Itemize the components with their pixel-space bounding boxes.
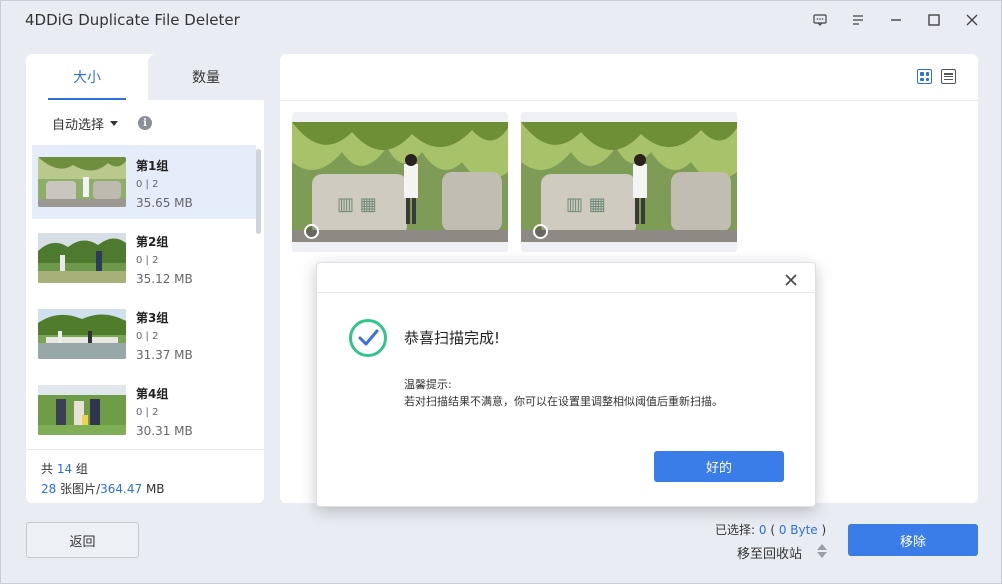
svg-text:▥ ▦: ▥ ▦ xyxy=(566,194,606,215)
group-name: 第2组 xyxy=(136,235,169,249)
group-thumbnail xyxy=(38,385,126,435)
app-title: 4DDiG Duplicate File Deleter xyxy=(25,11,240,29)
back-button[interactable]: 返回 xyxy=(26,522,139,558)
size-unit: MB xyxy=(142,482,165,496)
success-check-icon xyxy=(348,318,388,358)
group-size: 30.31 MB xyxy=(136,424,193,438)
remove-button[interactable]: 移除 xyxy=(848,524,978,556)
photo-card-1[interactable]: ▥ ▦ xyxy=(292,112,508,252)
group-name: 第4组 xyxy=(136,387,169,401)
selected-info: 已选择: 0 ( 0 Byte ) xyxy=(715,523,827,537)
photos-value: 28 xyxy=(41,482,57,496)
photos-label: 张图片/ xyxy=(56,482,101,496)
group-thumbnail xyxy=(38,309,126,359)
feedback-icon[interactable] xyxy=(801,9,839,31)
divider xyxy=(280,100,978,101)
maximize-icon[interactable] xyxy=(915,9,953,31)
auto-select-label: 自动选择 xyxy=(52,118,105,133)
selected-size: 0 Byte xyxy=(778,523,818,537)
photo-card-2[interactable]: ▥ ▦ xyxy=(521,112,737,252)
group-thumbnail xyxy=(38,233,126,283)
group-thumbnail xyxy=(38,157,126,207)
total-photos-text: 28 张图片/364.47 MB xyxy=(41,480,165,497)
group-count: 0 | 2 xyxy=(136,407,159,418)
total-suffix: 组 xyxy=(72,462,88,476)
dialog-divider xyxy=(317,292,817,293)
app-window: 4DDiG Duplicate File Deleter 大小 数量 自动选择 … xyxy=(0,0,1002,584)
summary-footer: 共 14 组 28 张图片/364.47 MB xyxy=(26,449,264,503)
select-radio[interactable] xyxy=(304,224,319,239)
minimize-icon[interactable] xyxy=(877,9,915,31)
dialog-tip-title: 温馨提示: xyxy=(404,378,452,391)
total-groups-text: 共 14 组 xyxy=(41,460,88,477)
total-groups-value: 14 xyxy=(56,462,73,476)
recycle-bin-option[interactable]: 移至回收站 xyxy=(737,543,802,562)
group-list-panel: 大小 数量 自动选择 i 第1组 0 | 2 35.65 MB 第2组 0 | … xyxy=(26,54,264,503)
group-count: 0 | 2 xyxy=(136,331,159,342)
photo-thumbnail: ▥ ▦ xyxy=(521,122,737,242)
scan-complete-dialog: 恭喜扫描完成! 温馨提示: 若对扫描结果不满意，你可以在设置里调整相似阈值后重新… xyxy=(316,262,817,507)
menu-icon[interactable] xyxy=(839,9,877,31)
list-item-group-4[interactable]: 第4组 0 | 2 30.31 MB xyxy=(32,373,256,447)
total-prefix: 共 xyxy=(41,462,57,476)
dialog-title: 恭喜扫描完成! xyxy=(404,329,501,347)
selected-count: 0 xyxy=(758,523,767,537)
group-size: 35.12 MB xyxy=(136,272,193,286)
list-view-icon[interactable] xyxy=(941,69,956,84)
title-bar: 4DDiG Duplicate File Deleter xyxy=(1,1,1001,39)
auto-select-dropdown[interactable]: 自动选择 xyxy=(52,114,119,133)
info-icon[interactable]: i xyxy=(138,116,152,130)
group-size: 31.37 MB xyxy=(136,348,193,362)
group-size: 35.65 MB xyxy=(136,196,193,210)
list-item-group-3[interactable]: 第3组 0 | 2 31.37 MB xyxy=(32,297,256,371)
selected-label: 已选择: xyxy=(715,523,759,537)
dialog-close-icon[interactable] xyxy=(781,270,801,290)
updown-arrow-icon[interactable] xyxy=(816,543,828,559)
size-value: 364.47 xyxy=(100,482,143,496)
list-item-group-2[interactable]: 第2组 0 | 2 35.12 MB xyxy=(32,221,256,295)
group-count: 0 | 2 xyxy=(136,255,159,266)
group-list: 第1组 0 | 2 35.65 MB 第2组 0 | 2 35.12 MB 第3… xyxy=(32,145,256,449)
sort-tabs: 大小 数量 xyxy=(26,54,264,100)
caret-down-icon xyxy=(110,121,119,126)
scrollbar[interactable] xyxy=(256,149,261,234)
photo-thumbnail: ▥ ▦ xyxy=(292,122,508,242)
close-icon[interactable] xyxy=(953,9,991,31)
select-radio[interactable] xyxy=(533,224,548,239)
tab-count[interactable]: 数量 xyxy=(148,54,264,100)
group-name: 第1组 xyxy=(136,159,169,173)
grid-view-icon[interactable] xyxy=(917,69,932,84)
tab-size[interactable]: 大小 xyxy=(26,54,148,100)
dialog-tip-body: 若对扫描结果不满意，你可以在设置里调整相似阈值后重新扫描。 xyxy=(404,395,723,408)
group-name: 第3组 xyxy=(136,311,169,325)
list-item-group-1[interactable]: 第1组 0 | 2 35.65 MB xyxy=(32,145,256,219)
ok-button[interactable]: 好的 xyxy=(654,451,784,482)
group-count: 0 | 2 xyxy=(136,179,159,190)
window-controls xyxy=(801,9,991,31)
svg-text:▥ ▦: ▥ ▦ xyxy=(337,194,377,215)
